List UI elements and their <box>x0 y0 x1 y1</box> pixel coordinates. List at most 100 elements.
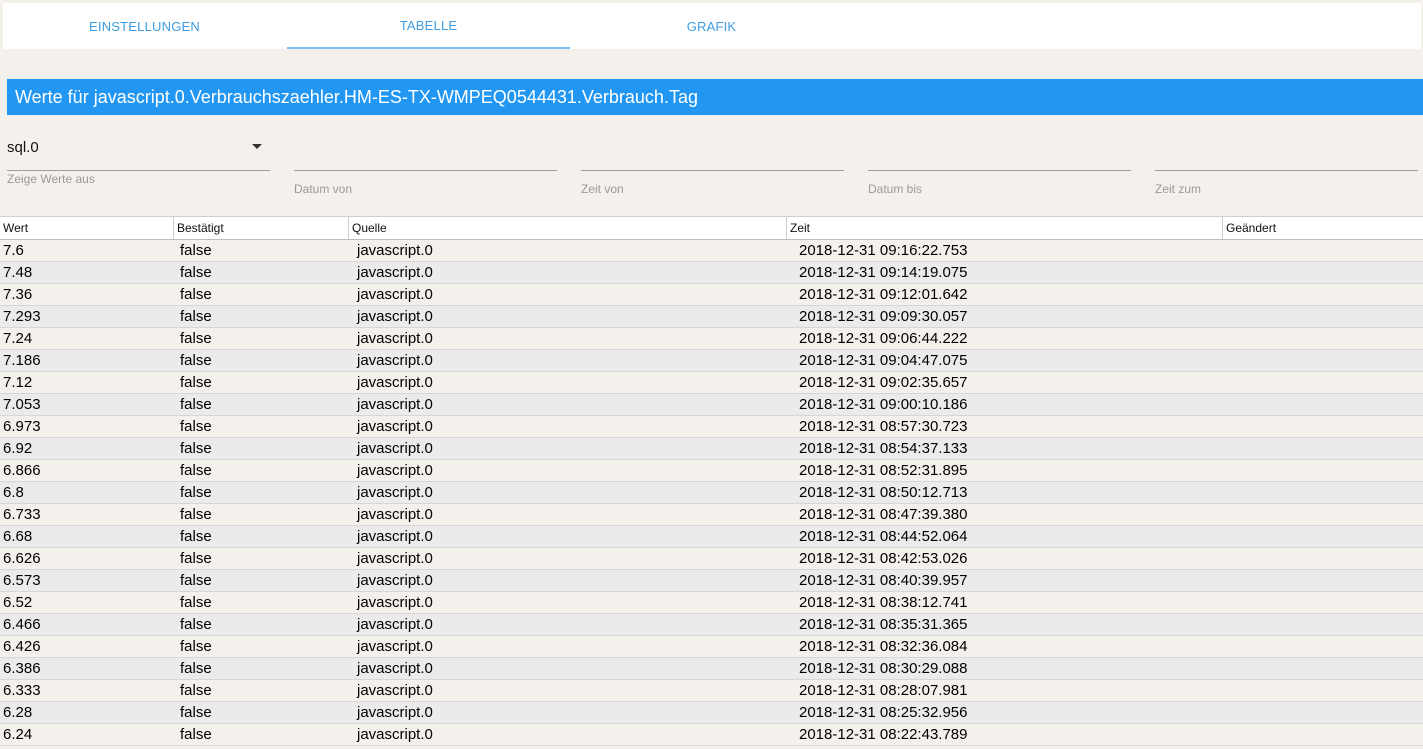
changed-cell <box>1223 372 1423 393</box>
value-cell: 7.36 <box>3 286 33 303</box>
table-row[interactable]: 6.626 false javascript.0 2018-12-31 08:42:5… <box>0 548 1423 570</box>
value-cell: 6.24 <box>3 726 33 743</box>
table-row[interactable]: 6.68 false javascript.0 2018-12-31 08:44:52… <box>0 526 1423 548</box>
changed-cell <box>1223 438 1423 459</box>
source-cell: javascript.0 <box>357 242 433 259</box>
table-row[interactable]: 6.24 false javascript.0 2018-12-31 08:22:43… <box>0 724 1423 746</box>
tab-tabelle[interactable]: TABELLE <box>287 3 570 49</box>
time-from-underline <box>581 170 844 171</box>
table-body: 7.6 false javascript.0 2018-12-31 09:16:22.… <box>0 240 1423 746</box>
value-cell: 6.626 <box>3 550 41 567</box>
source-cell: javascript.0 <box>357 352 433 369</box>
confirmed-cell: false <box>180 594 212 611</box>
time-to-field[interactable]: Zeit zum <box>1155 130 1418 200</box>
confirmed-cell: false <box>180 242 212 259</box>
table-row[interactable]: 6.973 false javascript.0 2018-12-31 08:57:3… <box>0 416 1423 438</box>
time-cell: 2018-12-31 08:35:31.365 <box>799 616 968 633</box>
time-cell: 2018-12-31 08:25:32.956 <box>799 704 968 721</box>
changed-cell <box>1223 350 1423 371</box>
source-cell: javascript.0 <box>357 638 433 655</box>
changed-cell <box>1223 570 1423 591</box>
source-cell: javascript.0 <box>357 550 433 567</box>
table-row[interactable]: 6.386 false javascript.0 2018-12-31 08:30:2… <box>0 658 1423 680</box>
table-row[interactable]: 6.426 false javascript.0 2018-12-31 08:32:3… <box>0 636 1423 658</box>
column-header-wert[interactable]: Wert <box>0 217 174 239</box>
source-cell: javascript.0 <box>357 594 433 611</box>
changed-cell <box>1223 416 1423 437</box>
time-cell: 2018-12-31 09:06:44.222 <box>799 330 968 347</box>
changed-cell <box>1223 328 1423 349</box>
table-row[interactable]: 7.12 false javascript.0 2018-12-31 09:02:35… <box>0 372 1423 394</box>
value-cell: 7.053 <box>3 396 41 413</box>
table-row[interactable]: 6.733 false javascript.0 2018-12-31 08:47:3… <box>0 504 1423 526</box>
table-row[interactable]: 6.466 false javascript.0 2018-12-31 08:35:3… <box>0 614 1423 636</box>
source-cell: javascript.0 <box>357 330 433 347</box>
source-cell: javascript.0 <box>357 682 433 699</box>
value-cell: 6.28 <box>3 704 33 721</box>
time-cell: 2018-12-31 08:40:39.957 <box>799 572 968 589</box>
tab-bar: EINSTELLUNGEN TABELLE GRAFIK <box>3 3 1421 49</box>
table-row[interactable]: 6.333 false javascript.0 2018-12-31 08:28:0… <box>0 680 1423 702</box>
date-to-field[interactable]: Datum bis <box>868 130 1131 200</box>
time-cell: 2018-12-31 08:47:39.380 <box>799 506 968 523</box>
table-row[interactable]: 6.573 false javascript.0 2018-12-31 08:40:3… <box>0 570 1423 592</box>
value-cell: 6.92 <box>3 440 33 457</box>
value-cell: 7.48 <box>3 264 33 281</box>
table-row[interactable]: 6.28 false javascript.0 2018-12-31 08:25:32… <box>0 702 1423 724</box>
changed-cell <box>1223 240 1423 261</box>
table-row[interactable]: 6.866 false javascript.0 2018-12-31 08:52:3… <box>0 460 1423 482</box>
changed-cell <box>1223 526 1423 547</box>
source-cell: javascript.0 <box>357 704 433 721</box>
table-row[interactable]: 7.053 false javascript.0 2018-12-31 09:00:1… <box>0 394 1423 416</box>
column-header-zeit[interactable]: Zeit <box>787 217 1223 239</box>
confirmed-cell: false <box>180 418 212 435</box>
confirmed-cell: false <box>180 286 212 303</box>
source-cell: javascript.0 <box>357 462 433 479</box>
confirmed-cell: false <box>180 352 212 369</box>
source-cell: javascript.0 <box>357 286 433 303</box>
time-cell: 2018-12-31 08:22:43.789 <box>799 726 968 743</box>
tab-einstellungen[interactable]: EINSTELLUNGEN <box>3 3 286 49</box>
column-header-quelle[interactable]: Quelle <box>349 217 787 239</box>
source-cell: javascript.0 <box>357 616 433 633</box>
confirmed-cell: false <box>180 682 212 699</box>
confirmed-cell: false <box>180 660 212 677</box>
date-from-underline <box>294 170 557 171</box>
value-cell: 6.733 <box>3 506 41 523</box>
changed-cell <box>1223 636 1423 657</box>
table-row[interactable]: 7.186 false javascript.0 2018-12-31 09:04:4… <box>0 350 1423 372</box>
table-row[interactable]: 6.92 false javascript.0 2018-12-31 08:54:37… <box>0 438 1423 460</box>
value-cell: 7.186 <box>3 352 41 369</box>
column-header-bestaetigt[interactable]: Bestätigt <box>174 217 349 239</box>
time-from-field[interactable]: Zeit von <box>581 130 844 200</box>
table-row[interactable]: 7.36 false javascript.0 2018-12-31 09:12:01… <box>0 284 1423 306</box>
table-row[interactable]: 6.8 false javascript.0 2018-12-31 08:50:12.… <box>0 482 1423 504</box>
caret-down-icon[interactable] <box>252 144 262 149</box>
changed-cell <box>1223 394 1423 415</box>
confirmed-cell: false <box>180 726 212 743</box>
instance-select-label: Zeige Werte aus <box>7 172 95 186</box>
changed-cell <box>1223 306 1423 327</box>
confirmed-cell: false <box>180 528 212 545</box>
source-cell: javascript.0 <box>357 484 433 501</box>
confirmed-cell: false <box>180 462 212 479</box>
table-row[interactable]: 7.48 false javascript.0 2018-12-31 09:14:19… <box>0 262 1423 284</box>
tab-grafik[interactable]: GRAFIK <box>570 3 853 49</box>
table-row[interactable]: 7.6 false javascript.0 2018-12-31 09:16:22.… <box>0 240 1423 262</box>
table-row[interactable]: 6.52 false javascript.0 2018-12-31 08:38:12… <box>0 592 1423 614</box>
column-header-geaendert[interactable]: Geändert <box>1223 217 1423 239</box>
table-row[interactable]: 7.24 false javascript.0 2018-12-31 09:06:44… <box>0 328 1423 350</box>
value-cell: 7.6 <box>3 242 24 259</box>
time-cell: 2018-12-31 08:44:52.064 <box>799 528 968 545</box>
source-cell: javascript.0 <box>357 506 433 523</box>
changed-cell <box>1223 460 1423 481</box>
time-cell: 2018-12-31 09:04:47.075 <box>799 352 968 369</box>
time-cell: 2018-12-31 09:12:01.642 <box>799 286 968 303</box>
instance-select[interactable]: sql.0 Zeige Werte aus <box>7 130 270 200</box>
table-row[interactable]: 7.293 false javascript.0 2018-12-31 09:09:3… <box>0 306 1423 328</box>
date-from-field[interactable]: Datum von <box>294 130 557 200</box>
changed-cell <box>1223 548 1423 569</box>
value-cell: 6.573 <box>3 572 41 589</box>
changed-cell <box>1223 284 1423 305</box>
confirmed-cell: false <box>180 264 212 281</box>
